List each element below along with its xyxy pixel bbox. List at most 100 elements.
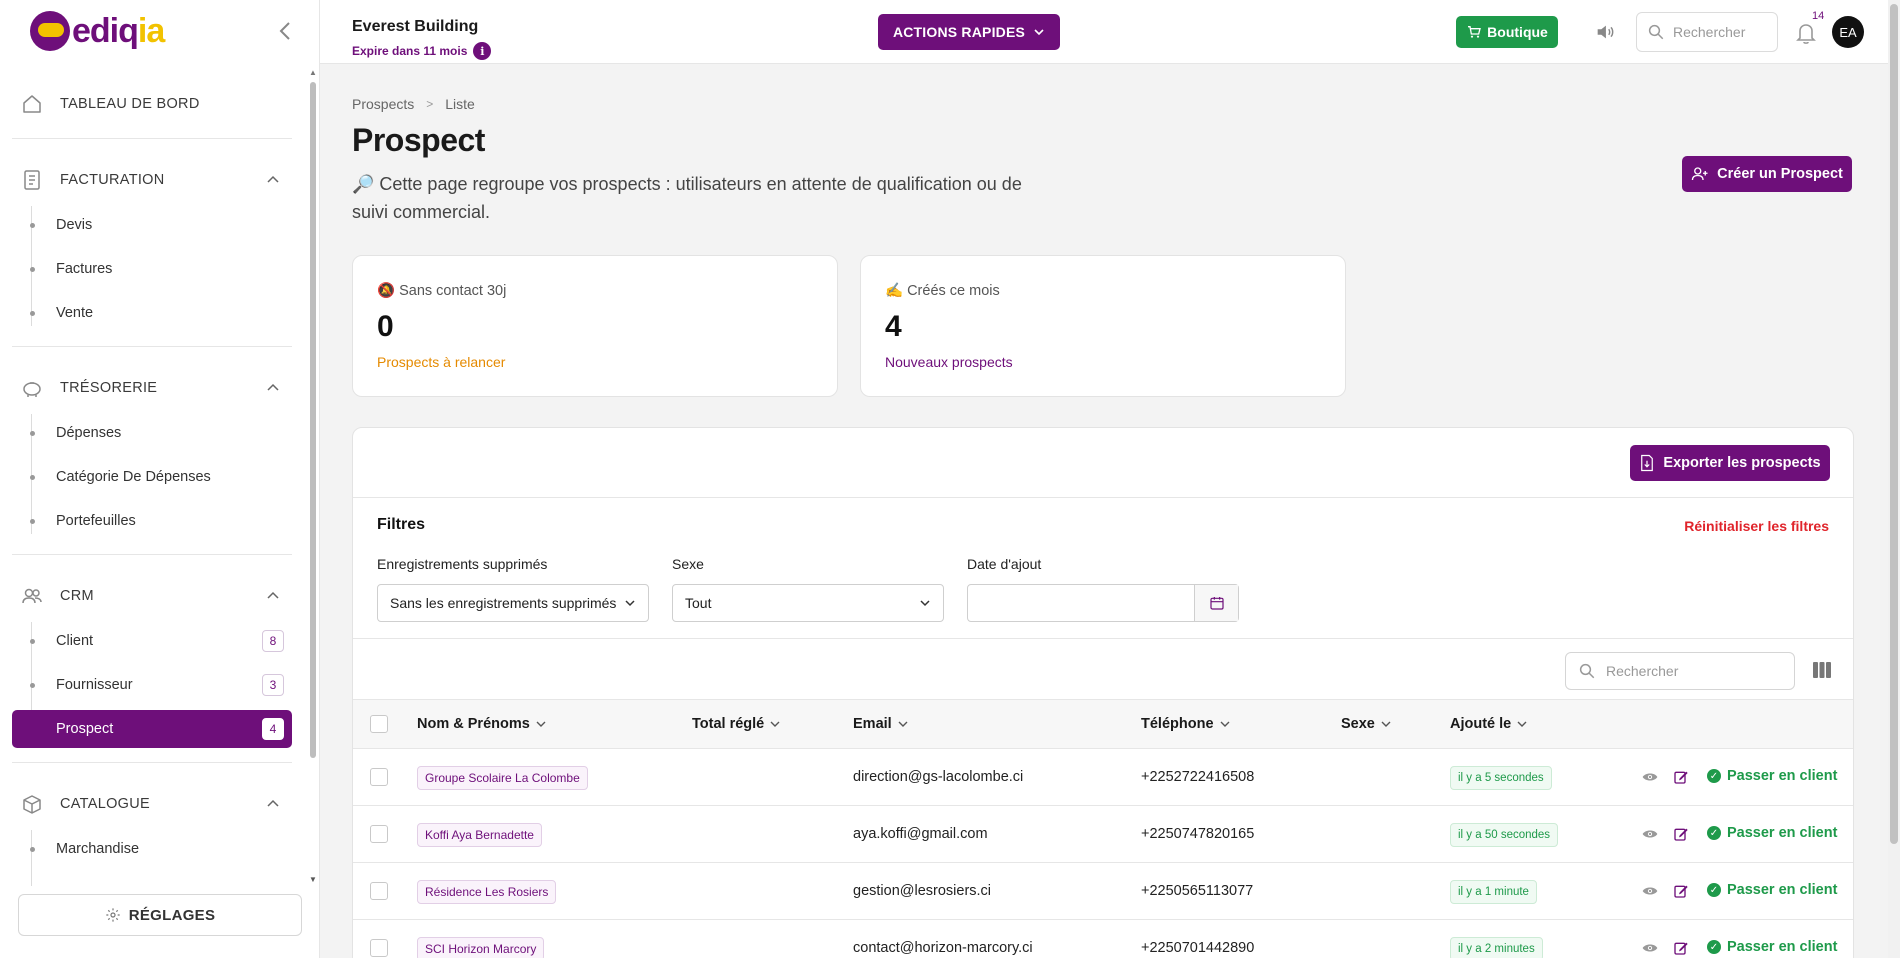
bullet — [30, 846, 35, 852]
sidebar-item-client[interactable]: Client 8 — [12, 622, 292, 660]
calendar-icon[interactable] — [1194, 585, 1238, 621]
row-checkbox[interactable] — [370, 882, 388, 900]
column-header-total[interactable]: Total réglé — [692, 716, 780, 732]
divider — [12, 554, 292, 555]
table-row: Koffi Aya Bernadette aya.koffi@gmail.com… — [353, 806, 1853, 863]
edit-icon[interactable] — [1673, 940, 1689, 956]
eye-icon[interactable] — [1642, 770, 1658, 784]
sidebar-section-facturation[interactable]: FACTURATION — [12, 160, 292, 200]
divider — [12, 762, 292, 763]
bell-icon[interactable] — [1794, 20, 1818, 46]
sidebar-scrollbar[interactable]: ▲ ▼ — [308, 66, 318, 886]
sidebar-item-devis[interactable]: Devis — [12, 206, 292, 244]
global-search-input[interactable]: Rechercher — [1636, 12, 1778, 52]
eye-icon[interactable] — [1642, 827, 1658, 841]
eye-icon[interactable] — [1642, 884, 1658, 898]
avatar[interactable]: EA — [1832, 16, 1864, 48]
sort-icon — [1220, 721, 1230, 727]
prospect-name-link[interactable]: SCI Horizon Marcory — [417, 937, 545, 958]
create-prospect-button[interactable]: Créer un Prospect — [1682, 156, 1852, 192]
quick-actions-button[interactable]: ACTIONS RAPIDES — [878, 14, 1060, 50]
convert-to-client-button[interactable]: ✓ Passer en client — [1707, 882, 1837, 898]
sort-icon — [770, 721, 780, 727]
sidebar-section-tresorerie[interactable]: TRÉSORERIE — [12, 368, 292, 408]
prospect-name-link[interactable]: Koffi Aya Bernadette — [417, 823, 542, 847]
sidebar-item-categorie-depenses[interactable]: Catégorie De Dépenses — [12, 458, 292, 496]
sidebar-item-portefeuilles[interactable]: Portefeuilles — [12, 502, 292, 540]
prospect-name-link[interactable]: Groupe Scolaire La Colombe — [417, 766, 588, 790]
column-header-added[interactable]: Ajouté le — [1450, 716, 1527, 732]
invoice-icon — [24, 170, 40, 190]
chevron-down-icon — [1034, 29, 1044, 36]
page-scrollbar[interactable] — [1888, 0, 1900, 958]
sort-icon — [536, 721, 546, 727]
sidebar-item-factures[interactable]: Factures — [12, 250, 292, 288]
sort-icon — [1517, 721, 1527, 727]
notification-count: 14 — [1812, 10, 1825, 22]
sidebar-item-marchandise[interactable]: Marchandise — [12, 830, 292, 868]
sidebar-section-crm[interactable]: CRM — [12, 576, 292, 616]
sidebar-section-catalogue[interactable]: CATALOGUE — [12, 784, 292, 824]
column-header-name[interactable]: Nom & Prénoms — [417, 716, 546, 732]
prospect-name-link[interactable]: Résidence Les Rosiers — [417, 880, 557, 904]
export-prospects-button[interactable]: Exporter les prospects — [1630, 445, 1830, 481]
subscription-expiry: Expire dans 11 mois i — [352, 42, 492, 60]
select-all-checkbox[interactable] — [370, 715, 388, 733]
row-checkbox[interactable] — [370, 825, 388, 843]
settings-button[interactable]: RÉGLAGES — [18, 894, 302, 936]
scroll-thumb[interactable] — [1890, 4, 1898, 844]
edit-icon[interactable] — [1673, 826, 1689, 842]
bullet — [30, 430, 35, 436]
filters-title: Filtres — [377, 516, 426, 533]
scroll-thumb[interactable] — [310, 82, 316, 758]
row-checkbox[interactable] — [370, 939, 388, 957]
row-checkbox[interactable] — [370, 768, 388, 786]
sidebar-item-prospect[interactable]: Prospect 4 — [12, 710, 292, 748]
piggy-bank-icon — [23, 382, 41, 397]
bullet — [30, 682, 35, 688]
chevron-down-icon — [625, 600, 635, 607]
add-user-icon — [1691, 167, 1708, 181]
convert-to-client-button[interactable]: ✓ Passer en client — [1707, 768, 1837, 784]
stat-card-created-this-month: ✍️ Créés ce mois 4 Nouveaux prospects — [860, 255, 1346, 397]
scroll-down-icon[interactable]: ▼ — [309, 875, 317, 884]
table-search-input[interactable]: Rechercher — [1565, 652, 1795, 690]
columns-icon[interactable] — [1812, 661, 1832, 679]
sexe-select[interactable]: Tout — [672, 584, 944, 622]
search-icon — [1648, 24, 1664, 40]
breadcrumb: Prospects > Liste — [352, 96, 475, 112]
deleted-records-select[interactable]: Sans les enregistrements supprimés — [377, 584, 649, 622]
sidebar-item-fournisseur[interactable]: Fournisseur 3 — [12, 666, 292, 704]
speaker-icon[interactable] — [1594, 21, 1616, 43]
bullet — [30, 266, 35, 272]
scroll-up-icon[interactable]: ▲ — [309, 68, 317, 77]
phone-cell: +2250747820165 — [1141, 826, 1255, 842]
sidebar-item-vente[interactable]: Vente — [12, 294, 292, 332]
date-added-input[interactable] — [967, 584, 1239, 622]
edit-icon[interactable] — [1673, 769, 1689, 785]
sidebar-item-depenses[interactable]: Dépenses — [12, 414, 292, 452]
search-icon — [1579, 663, 1595, 679]
email-cell: gestion@lesrosiers.ci — [853, 883, 992, 899]
chevron-up-icon — [267, 175, 279, 183]
sidebar-item-dashboard[interactable]: TABLEAU DE BORD — [12, 84, 292, 124]
reset-filters-link[interactable]: Réinitialiser les filtres — [1684, 518, 1829, 534]
users-icon — [22, 588, 42, 604]
shop-button[interactable]: Boutique — [1456, 16, 1558, 48]
column-header-email[interactable]: Email — [853, 716, 908, 732]
breadcrumb-link-prospects[interactable]: Prospects — [352, 96, 414, 112]
sort-icon — [898, 721, 908, 727]
column-header-phone[interactable]: Téléphone — [1141, 716, 1230, 732]
eye-icon[interactable] — [1642, 941, 1658, 955]
collapse-sidebar-icon[interactable] — [276, 20, 296, 42]
brand-logo[interactable]: ediqia — [30, 10, 165, 52]
phone-cell: +2252722416508 — [1141, 769, 1255, 785]
convert-to-client-button[interactable]: ✓ Passer en client — [1707, 825, 1837, 841]
home-icon — [23, 95, 41, 113]
count-badge: 8 — [262, 630, 284, 652]
edit-icon[interactable] — [1673, 883, 1689, 899]
sort-icon — [1381, 721, 1391, 727]
convert-to-client-button[interactable]: ✓ Passer en client — [1707, 939, 1837, 955]
info-icon[interactable]: i — [473, 42, 492, 60]
column-header-sexe[interactable]: Sexe — [1341, 716, 1391, 732]
